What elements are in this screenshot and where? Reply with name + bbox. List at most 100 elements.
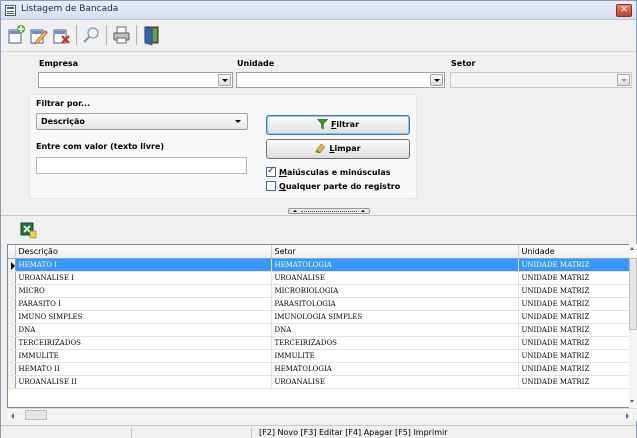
cell-unidade: UNIDADE MATRIZ [518,284,636,298]
any-part-checkbox[interactable]: Qualquer parte do registro [266,181,400,193]
table-row[interactable]: MICRO MICROBIOLOGIA UNIDADE MATRIZ [8,284,636,298]
chevron-down-icon[interactable] [430,74,443,86]
vertical-scroll-thumb[interactable] [629,258,637,330]
edit-record-button[interactable] [28,24,49,46]
row-indicator [8,297,16,311]
checkbox-unchecked-icon[interactable] [266,181,276,191]
shortcut-hints: [F2] Novo [F3] Editar [F4] Apagar [F5] I… [259,428,448,437]
horizontal-scroll-thumb[interactable] [25,410,47,420]
splitter-divider [1,215,636,216]
print-button[interactable] [111,24,132,46]
filtrar-por-select[interactable]: Descrição [36,113,248,130]
scroll-up-icon[interactable] [630,247,634,250]
cell-unidade: UNIDADE MATRIZ [518,349,636,363]
row-indicator [8,310,16,324]
table-row[interactable]: UROANALISE II UROANALISE UNIDADE MATRIZ [8,375,636,389]
new-record-button[interactable] [5,24,26,46]
splitter-grip [301,211,357,212]
cell-unidade: UNIDADE MATRIZ [518,362,636,376]
export-excel-button[interactable] [19,219,40,241]
case-sensitive-checkbox[interactable]: Maiúsculas e minúsculas [266,165,391,179]
empresa-label: Empresa [39,59,79,68]
filtrar-por-label: Filtrar por... [36,99,90,108]
cell-setor: UROANALISE [271,375,519,389]
grid-header-row: Descrição Setor Unidade [8,245,636,259]
table-row[interactable]: UROANALISE I UROANALISE UNIDADE MATRIZ [8,271,636,285]
filter-funnel-icon [316,119,328,129]
setor-combo [450,72,632,88]
edit-record-icon [30,29,48,45]
cell-unidade: UNIDADE MATRIZ [518,323,636,337]
results-grid[interactable]: Descrição Setor Unidade HEMATO I HEMATOLO… [7,244,637,408]
table-row[interactable]: HEMATO I HEMATOLOGIA UNIDADE MATRIZ [8,258,636,272]
valor-input[interactable] [36,157,247,174]
search-button[interactable] [81,24,102,46]
cell-setor: DNA [271,323,519,337]
empresa-combo[interactable] [38,72,233,88]
row-indicator [8,375,16,389]
status-bar: [F2] Novo [F3] Editar [F4] Apagar [F5] I… [1,425,636,438]
table-row[interactable]: IMUNO SIMPLES IMUNOLOGIA SIMPLES UNIDADE M… [8,310,636,324]
cell-descricao: PARASITO I [15,297,272,311]
column-header-descricao[interactable]: Descrição [15,245,272,259]
case-label: aiúsculas e minúsculas [286,168,391,177]
table-row[interactable]: HEMATO II HEMATOLOGIA UNIDADE MATRIZ [8,362,636,376]
cell-unidade: UNIDADE MATRIZ [518,336,636,350]
checkbox-checked-icon[interactable] [266,165,276,177]
toolbar [5,24,164,50]
cell-setor: UROANALISE [271,271,519,285]
filtrar-button[interactable]: Filtrar [266,115,410,135]
eraser-broom-icon [315,143,326,153]
cell-descricao: DNA [15,323,272,337]
chevron-down-icon [617,74,630,86]
table-row[interactable]: PARASITO I PARASITOLOGIA UNIDADE MATRIZ [8,297,636,311]
cell-setor: TERCEIRIZADOS [271,336,519,350]
table-row[interactable]: TERCEIRIZADOS TERCEIRIZADOS UNIDADE MATRIZ [8,336,636,350]
row-indicator [8,323,16,337]
column-header-unidade[interactable]: Unidade [518,245,636,259]
unidade-combo[interactable] [236,72,445,88]
cell-descricao: UROANALISE I [15,271,272,285]
column-header-setor[interactable]: Setor [271,245,519,259]
case-mnemonic: M [279,168,287,177]
exit-door-icon [144,26,159,46]
cell-setor: MICROBIOLOGIA [271,284,519,298]
excel-export-icon [20,222,37,239]
close-button[interactable]: ✕ [616,4,632,17]
cell-descricao: HEMATO II [15,362,272,376]
app-list-icon [5,5,16,16]
delete-record-button[interactable] [51,24,72,46]
anypart-mnemonic: Q [279,182,286,191]
panel-splitter-handle[interactable] [288,208,370,214]
table-row[interactable]: IMMULITE IMMULITE UNIDADE MATRIZ [8,349,636,363]
table-row[interactable]: DNA DNA UNIDADE MATRIZ [8,323,636,337]
toolbar-divider [1,51,636,52]
valor-label: Entre com valor (texto livre) [36,142,164,151]
row-indicator [8,271,16,285]
filtrar-label: iltrar [336,120,360,129]
cell-unidade: UNIDADE MATRIZ [518,310,636,324]
cell-unidade: UNIDADE MATRIZ [518,297,636,311]
chevron-down-icon[interactable] [218,74,231,86]
row-indicator [8,349,16,363]
cell-descricao: MICRO [15,284,272,298]
cell-unidade: UNIDADE MATRIZ [518,258,636,272]
print-icon [113,26,130,44]
main-window: Listagem de Bancada ✕ Empresa Unidade Se… [0,0,637,438]
scroll-right-icon[interactable] [626,413,629,419]
setor-label: Setor [451,59,476,68]
anypart-label: ualquer parte do registro [285,182,401,191]
scroll-left-icon[interactable] [11,413,14,419]
title-bar: Listagem de Bancada ✕ [1,1,636,20]
cell-unidade: UNIDADE MATRIZ [518,375,636,389]
cell-unidade: UNIDADE MATRIZ [518,271,636,285]
limpar-button[interactable]: Limpar [266,139,410,159]
exit-button[interactable] [141,24,162,46]
vertical-scrollbar[interactable] [629,244,637,408]
horizontal-scrollbar[interactable] [7,408,637,421]
cell-setor: IMMULITE [271,349,519,363]
cell-descricao: IMMULITE [15,349,272,363]
filtrar-por-value: Descrição [41,117,85,126]
cell-descricao: HEMATO I [15,258,272,272]
scroll-down-icon[interactable] [630,400,634,403]
